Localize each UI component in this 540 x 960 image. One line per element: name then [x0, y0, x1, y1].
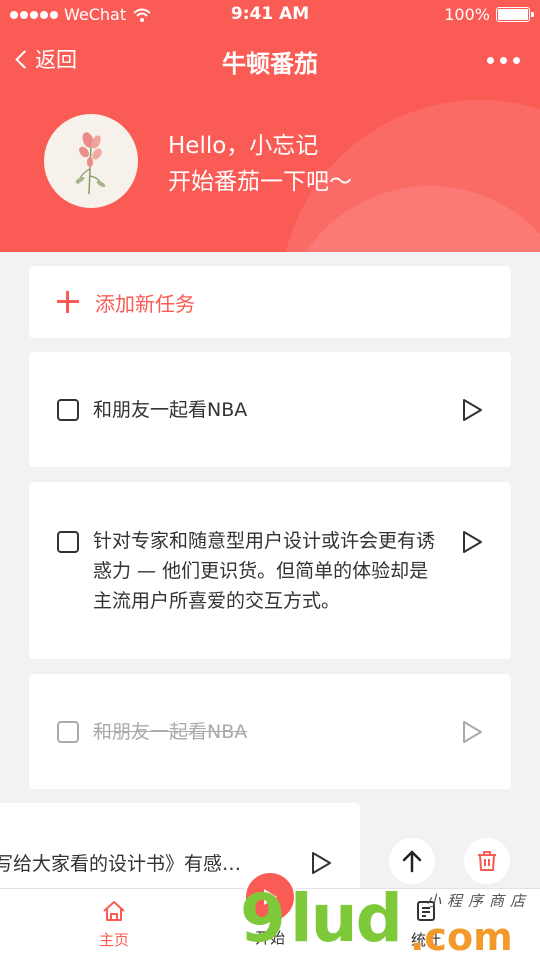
add-task-label: 添加新任务	[95, 291, 195, 316]
status-bar: WeChat 9:41 AM 100%	[0, 0, 540, 30]
more-menu-button[interactable]	[487, 57, 520, 64]
navigation-bar: 返回 牛顿番茄	[0, 30, 540, 92]
tab-start-label: 开始	[254, 929, 285, 947]
task-text: 写给大家看的设计书》有感…	[0, 853, 242, 875]
greeting-line-2: 开始番茄一下吧～	[168, 169, 352, 195]
task-text: 和朋友一起看NBA	[93, 720, 248, 743]
task-checkbox[interactable]	[57, 720, 79, 743]
stats-icon	[417, 901, 435, 921]
play-icon	[264, 889, 277, 905]
tab-home-label: 主页	[98, 931, 129, 949]
play-icon[interactable]	[310, 851, 332, 875]
tab-home[interactable]: 主页	[54, 899, 174, 950]
arrow-up-icon	[402, 850, 422, 873]
task-text: 和朋友一起看NBA	[93, 398, 248, 421]
start-button[interactable]	[243, 870, 297, 924]
task-card-completed[interactable]: 和朋友一起看NBA	[29, 674, 511, 789]
tab-stats-label: 统计	[410, 931, 441, 949]
task-card[interactable]: 针对专家和随意型用户设计或许会更有诱惑力 — 他们更识货。但简单的体验却是主流用…	[29, 482, 511, 659]
delete-task-button[interactable]	[464, 838, 510, 884]
battery-percent: 100%	[444, 5, 490, 24]
greeting-line-1: Hello，小忘记	[168, 133, 319, 159]
home-icon	[103, 901, 125, 921]
play-icon[interactable]	[461, 398, 483, 422]
task-checkbox[interactable]	[57, 531, 79, 553]
task-text: 针对专家和随意型用户设计或许会更有诱惑力 — 他们更识货。但简单的体验却是主流用…	[93, 530, 436, 612]
more-icon	[487, 57, 494, 64]
greeting: Hello，小忘记 开始番茄一下吧～	[168, 128, 352, 200]
page-title: 牛顿番茄	[222, 50, 318, 78]
trash-icon	[478, 851, 496, 871]
play-icon[interactable]	[461, 720, 483, 744]
avatar	[44, 114, 138, 208]
add-task-button[interactable]: 添加新任务	[29, 266, 511, 338]
play-icon[interactable]	[461, 530, 483, 554]
flower-illustration-icon	[75, 132, 106, 195]
task-checkbox[interactable]	[57, 398, 79, 421]
tab-stats[interactable]: 统计	[366, 899, 486, 950]
move-to-top-button[interactable]	[389, 838, 435, 884]
task-card[interactable]: 和朋友一起看NBA	[29, 352, 511, 467]
plus-icon	[57, 291, 79, 313]
battery-icon	[496, 7, 534, 22]
